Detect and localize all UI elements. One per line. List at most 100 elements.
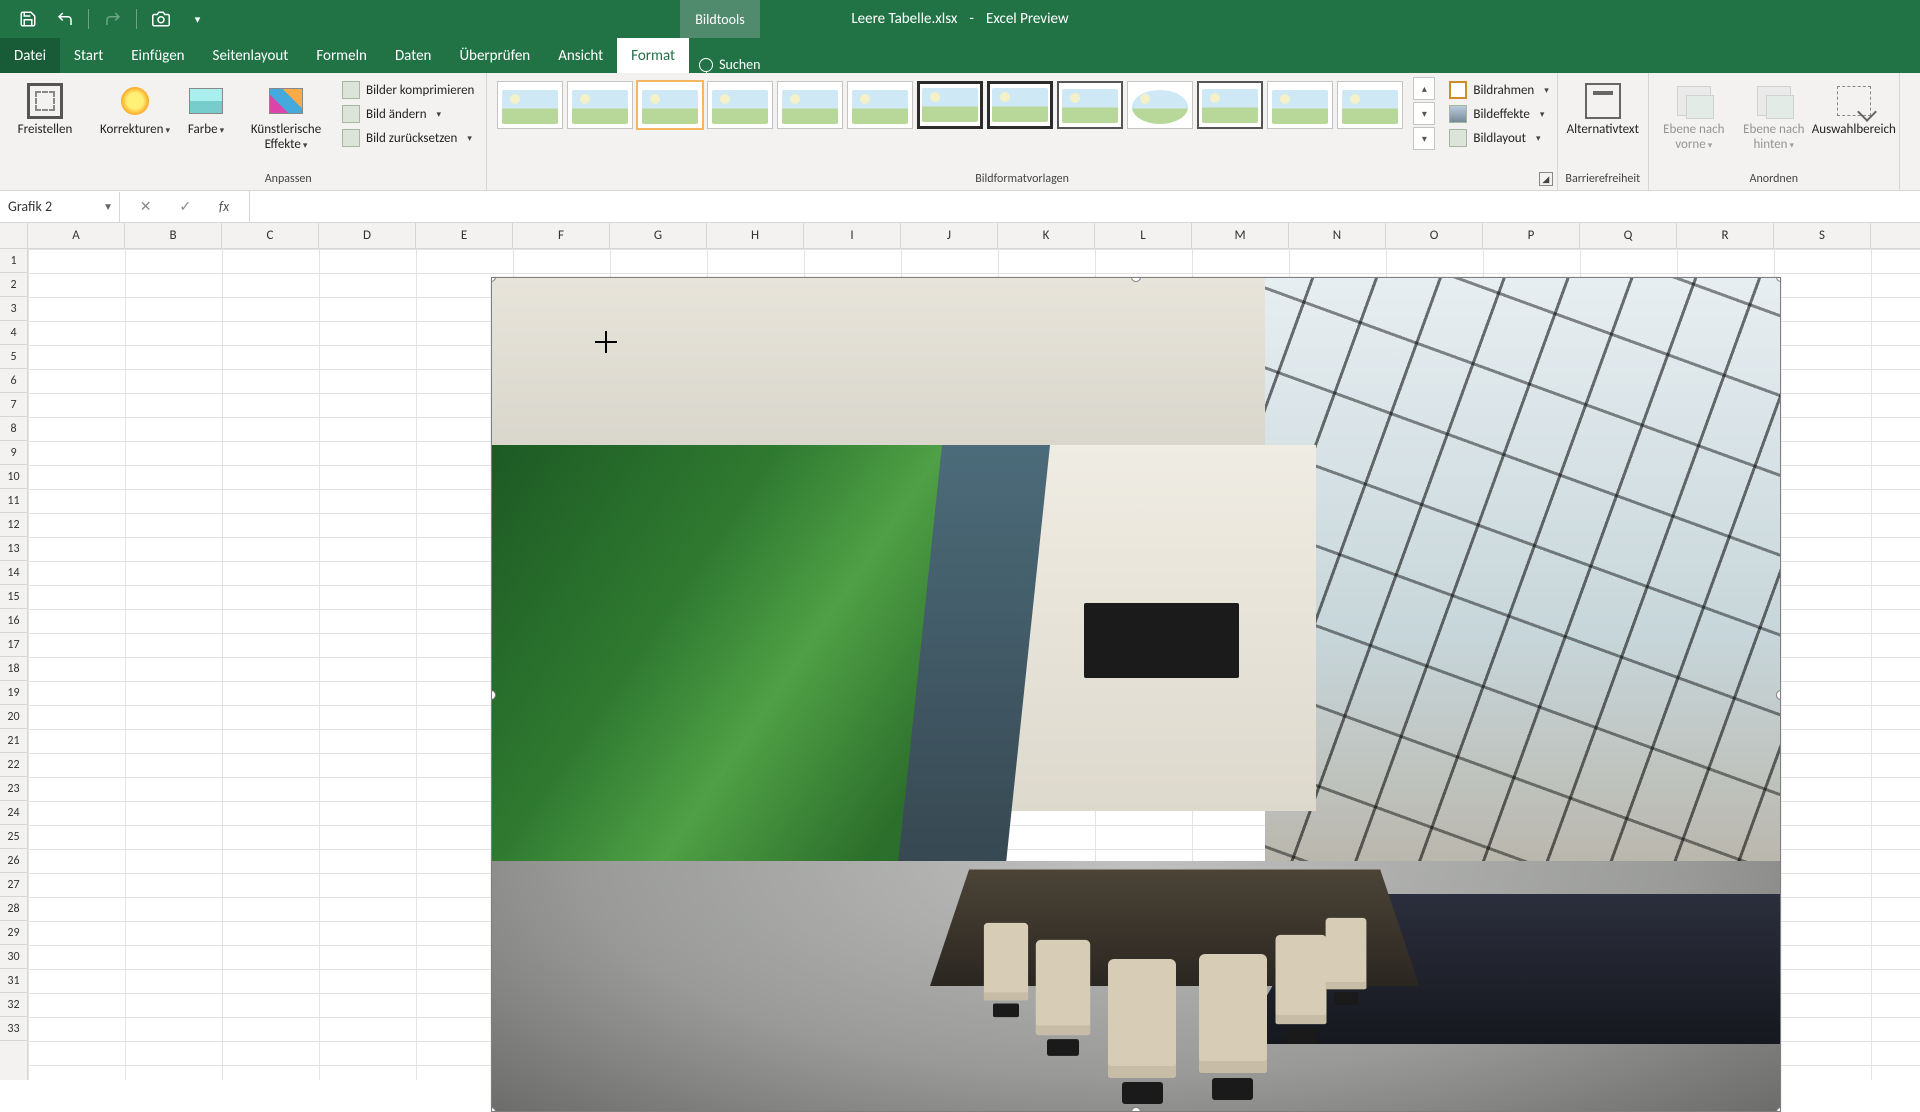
- row-header[interactable]: 3: [0, 297, 27, 321]
- color-button[interactable]: Farbe: [176, 77, 236, 138]
- tab-insert[interactable]: Einfügen: [117, 38, 198, 73]
- row-header[interactable]: 17: [0, 633, 27, 657]
- row-header[interactable]: 20: [0, 705, 27, 729]
- row-header[interactable]: 8: [0, 417, 27, 441]
- row-header[interactable]: 19: [0, 681, 27, 705]
- column-header[interactable]: P: [1483, 223, 1580, 248]
- row-header[interactable]: 2: [0, 273, 27, 297]
- row-header[interactable]: 11: [0, 489, 27, 513]
- column-header[interactable]: L: [1095, 223, 1192, 248]
- row-header[interactable]: 28: [0, 897, 27, 921]
- column-header[interactable]: C: [222, 223, 319, 248]
- column-header[interactable]: E: [416, 223, 513, 248]
- style-preset-5[interactable]: [777, 81, 843, 129]
- column-header[interactable]: A: [28, 223, 125, 248]
- picture-layout-button[interactable]: Bildlayout: [1443, 127, 1554, 149]
- resize-handle[interactable]: [1776, 690, 1781, 700]
- row-header[interactable]: 32: [0, 993, 27, 1017]
- column-header[interactable]: M: [1192, 223, 1289, 248]
- picture-effects-button[interactable]: Bildeffekte: [1443, 103, 1554, 125]
- style-preset-9[interactable]: [1057, 81, 1123, 129]
- row-header[interactable]: 29: [0, 921, 27, 945]
- gallery-scroll-down[interactable]: ▾: [1413, 102, 1435, 125]
- fx-icon[interactable]: fx: [211, 198, 237, 215]
- row-header[interactable]: 13: [0, 537, 27, 561]
- style-preset-12[interactable]: [1267, 81, 1333, 129]
- row-header[interactable]: 4: [0, 321, 27, 345]
- column-header[interactable]: G: [610, 223, 707, 248]
- row-header[interactable]: 14: [0, 561, 27, 585]
- column-header[interactable]: J: [901, 223, 998, 248]
- column-header[interactable]: R: [1677, 223, 1774, 248]
- style-preset-13[interactable]: [1337, 81, 1403, 129]
- tab-home[interactable]: Start: [60, 38, 117, 73]
- reset-picture-button[interactable]: Bild zurücksetzen: [336, 127, 480, 149]
- style-preset-10[interactable]: [1127, 81, 1193, 129]
- selection-pane-button[interactable]: Auswahlbereich: [1815, 77, 1893, 138]
- cells-grid[interactable]: [28, 249, 1920, 1080]
- row-header[interactable]: 30: [0, 945, 27, 969]
- name-box[interactable]: Grafik 2 ▼: [0, 192, 120, 222]
- row-header[interactable]: 25: [0, 825, 27, 849]
- tab-file[interactable]: Datei: [0, 38, 60, 73]
- row-header[interactable]: 16: [0, 609, 27, 633]
- column-header[interactable]: I: [804, 223, 901, 248]
- column-header[interactable]: H: [707, 223, 804, 248]
- undo-button[interactable]: [47, 1, 82, 37]
- tell-me-search[interactable]: Suchen: [699, 56, 760, 73]
- style-preset-2[interactable]: [567, 81, 633, 129]
- row-header[interactable]: 22: [0, 753, 27, 777]
- row-header[interactable]: 10: [0, 465, 27, 489]
- style-preset-3[interactable]: [637, 81, 703, 129]
- row-header[interactable]: 23: [0, 777, 27, 801]
- column-header[interactable]: B: [125, 223, 222, 248]
- change-picture-button[interactable]: Bild ändern: [336, 103, 480, 125]
- style-preset-1[interactable]: [497, 81, 563, 129]
- row-header[interactable]: 15: [0, 585, 27, 609]
- customize-qat-button[interactable]: ▾: [180, 1, 215, 37]
- dialog-launcher[interactable]: ◢: [1539, 172, 1553, 186]
- remove-background-button[interactable]: Freistellen: [6, 77, 84, 138]
- style-preset-6[interactable]: [847, 81, 913, 129]
- row-header[interactable]: 24: [0, 801, 27, 825]
- inserted-picture[interactable]: [491, 277, 1781, 1112]
- row-header[interactable]: 31: [0, 969, 27, 993]
- tab-picture-format[interactable]: Format: [617, 38, 689, 73]
- row-header[interactable]: 18: [0, 657, 27, 681]
- alt-text-button[interactable]: Alternativtext: [1564, 77, 1642, 138]
- save-button[interactable]: [10, 1, 45, 37]
- tab-page-layout[interactable]: Seitenlayout: [199, 38, 303, 73]
- row-header[interactable]: 21: [0, 729, 27, 753]
- compress-pictures-button[interactable]: Bilder komprimieren: [336, 79, 480, 101]
- row-header[interactable]: 26: [0, 849, 27, 873]
- column-header[interactable]: O: [1386, 223, 1483, 248]
- tab-review[interactable]: Überprüfen: [445, 38, 544, 73]
- row-header[interactable]: 5: [0, 345, 27, 369]
- column-header[interactable]: S: [1774, 223, 1871, 248]
- tab-data[interactable]: Daten: [381, 38, 445, 73]
- row-header[interactable]: 12: [0, 513, 27, 537]
- row-header[interactable]: 6: [0, 369, 27, 393]
- row-header[interactable]: 1: [0, 249, 27, 273]
- gallery-scroll-up[interactable]: ▴: [1413, 77, 1435, 100]
- resize-handle[interactable]: [1131, 1107, 1141, 1112]
- artistic-effects-button[interactable]: Künstlerische Effekte: [238, 77, 334, 153]
- style-preset-8[interactable]: [987, 81, 1053, 129]
- style-preset-7[interactable]: [917, 81, 983, 129]
- gallery-expand[interactable]: ▾: [1413, 127, 1435, 150]
- row-header[interactable]: 7: [0, 393, 27, 417]
- column-header[interactable]: N: [1289, 223, 1386, 248]
- row-header[interactable]: 33: [0, 1017, 27, 1041]
- resize-handle[interactable]: [1776, 1107, 1781, 1112]
- tab-formulas[interactable]: Formeln: [302, 38, 381, 73]
- row-header[interactable]: 27: [0, 873, 27, 897]
- style-preset-11[interactable]: [1197, 81, 1263, 129]
- style-preset-4[interactable]: [707, 81, 773, 129]
- camera-button[interactable]: [143, 1, 178, 37]
- column-header[interactable]: D: [319, 223, 416, 248]
- picture-border-button[interactable]: Bildrahmen: [1443, 79, 1554, 101]
- select-all-corner[interactable]: [0, 223, 28, 249]
- tab-view[interactable]: Ansicht: [544, 38, 617, 73]
- column-header[interactable]: F: [513, 223, 610, 248]
- formula-bar[interactable]: [250, 191, 1920, 222]
